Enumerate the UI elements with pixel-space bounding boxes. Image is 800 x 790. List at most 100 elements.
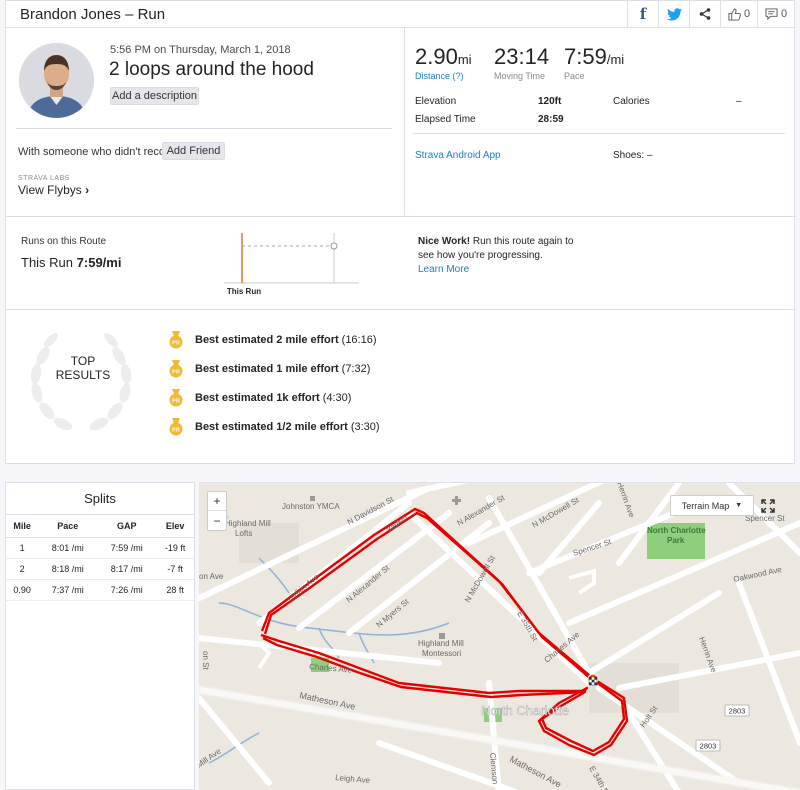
chevron-right-icon: › (85, 183, 90, 197)
shoes-text: Shoes: – (613, 150, 653, 161)
twitter-icon (666, 7, 682, 20)
activity-summary-panel: 5:56 PM on Thursday, March 1, 2018 2 loo… (5, 28, 796, 464)
map-type-select[interactable]: Terrain Map ▼ (670, 495, 754, 516)
map-label: Park (667, 536, 685, 545)
column-divider (404, 28, 405, 216)
map-label: Highland Mill (418, 639, 464, 648)
split-pace: 8:18 /mi (38, 558, 98, 580)
pr-time: (4:30) (322, 392, 352, 404)
pr-medal-text: PR (172, 427, 180, 433)
activity-datetime: 5:56 PM on Thursday, March 1, 2018 (110, 44, 291, 56)
map-label: E 34th St (587, 765, 612, 790)
add-friend-button[interactable]: Add Friend (162, 142, 225, 160)
divider (16, 128, 392, 129)
kudos-count: 0 (743, 8, 751, 20)
route-shield: 2803 (724, 704, 750, 717)
top-results-line2: RESULTS (55, 368, 111, 382)
chart-this-run-label: This Run (227, 287, 261, 296)
pr-label: Best estimated 1/2 mile effort (195, 421, 348, 433)
route-map[interactable]: Johnston YMCA N Davidson St Yadkin N Ale… (199, 482, 800, 790)
pr-medal-text: PR (172, 398, 180, 404)
route-shield-label: 2803 (729, 707, 746, 716)
expand-icon (761, 498, 775, 513)
moving-time-value: 23:14 (494, 44, 550, 69)
table-row[interactable]: 1 8:01 /mi 7:59 /mi -19 ft (6, 537, 194, 559)
map-label: on St (201, 651, 210, 670)
map-label: Johnston YMCA (282, 502, 340, 511)
column-header: Mile (6, 515, 39, 538)
runs-on-route-label: Runs on this Route (21, 236, 107, 247)
pr-item: PR Best estimated 1/2 mile effort (3:30) (169, 418, 380, 436)
split-gap: 7:59 /mi (97, 537, 157, 559)
with-someone-text: With someone who didn't record? (18, 146, 181, 158)
view-flybys-link[interactable]: View Flybys › (18, 183, 89, 197)
map-label: Lofts (235, 529, 252, 538)
elevation-label: Elevation (415, 96, 457, 107)
kudos-button[interactable]: 0 (720, 0, 757, 28)
this-run-prefix: This Run (21, 255, 74, 270)
table-row[interactable]: 2 8:18 /mi 8:17 /mi -7 ft (6, 558, 194, 580)
fullscreen-button[interactable] (757, 495, 779, 516)
route-comparison-chart: This Run (224, 229, 359, 299)
map-label: Highland Mill (225, 519, 271, 528)
distance-label[interactable]: Distance (?) (415, 71, 472, 81)
map-label: Oakwood Ave (733, 565, 784, 584)
twitter-share-button[interactable] (658, 0, 689, 28)
elevation-value: 120ft (538, 96, 562, 107)
facebook-icon: f (639, 5, 647, 23)
facebook-share-button[interactable]: f (627, 0, 658, 28)
map-label: North Charlotte (481, 703, 569, 718)
top-results-line1: TOP (70, 354, 96, 368)
add-description-button[interactable]: Add a description (110, 87, 199, 105)
pr-label: Best estimated 1 mile effort (195, 363, 339, 375)
strava-labs-label: STRAVA LABS (18, 175, 70, 182)
divider (6, 309, 796, 310)
pr-label: Best estimated 2 mile effort (195, 334, 339, 346)
pr-medal-text: PR (172, 340, 180, 346)
this-run-summary: This Run 7:59/mi (21, 255, 121, 270)
zoom-in-button[interactable]: + (208, 492, 226, 511)
device-link[interactable]: Strava Android App (415, 150, 501, 161)
zoom-out-button[interactable]: − (208, 511, 226, 530)
pr-time: (3:30) (350, 421, 380, 433)
distance-unit: mi (457, 52, 472, 67)
divider (413, 133, 785, 134)
map-canvas[interactable]: Johnston YMCA N Davidson St Yadkin N Ale… (199, 483, 800, 790)
map-label: N Alexander St (345, 563, 392, 605)
calories-label: Calories (613, 96, 650, 107)
comment-button[interactable]: 0 (757, 0, 794, 28)
share-button[interactable] (689, 0, 720, 28)
split-gap: 8:17 /mi (97, 558, 157, 580)
elapsed-time-value: 28:59 (538, 114, 564, 125)
route-shield: 2803 (695, 739, 721, 752)
distance-stat: 2.90mi Distance (?) (415, 44, 472, 81)
map-label: Montessori (422, 649, 461, 658)
share-icon (699, 8, 711, 20)
pr-time: (7:32) (341, 363, 371, 375)
map-label: Yadkin Ave (285, 572, 321, 605)
learn-more-link[interactable]: Learn More (418, 264, 469, 275)
pr-medal-text: PR (172, 369, 180, 375)
map-label: Spencer St (572, 537, 613, 558)
pr-medal-icon: PR (169, 389, 183, 407)
map-label: N McDowell St (463, 553, 497, 604)
table-row[interactable]: 0.90 7:37 /mi 7:26 /mi 28 ft (6, 579, 194, 601)
pr-time: (16:16) (341, 334, 377, 346)
pr-medal-icon: PR (169, 360, 183, 378)
comment-icon (765, 8, 778, 20)
map-label: North Charlotte (647, 526, 706, 535)
map-label: Matheson Ave (508, 754, 563, 790)
map-label: on Ave (199, 572, 224, 581)
thumbs-up-icon (728, 7, 741, 21)
moving-time-label: Moving Time (494, 71, 546, 81)
divider (6, 216, 796, 217)
split-mile: 0.90 (6, 579, 39, 601)
pr-medal-icon: PR (169, 418, 183, 436)
pace-unit: /mi (606, 52, 625, 67)
activity-name: 2 loops around the hood (109, 59, 314, 80)
nice-work-message: Nice Work! Run this route again to see h… (418, 235, 588, 277)
splits-table: Mile Pace GAP Elev 1 8:01 /mi 7:59 /mi -… (6, 515, 194, 601)
avatar[interactable] (19, 43, 94, 118)
pace-value: 7:59 (564, 44, 607, 69)
caret-down-icon: ▼ (735, 502, 743, 509)
